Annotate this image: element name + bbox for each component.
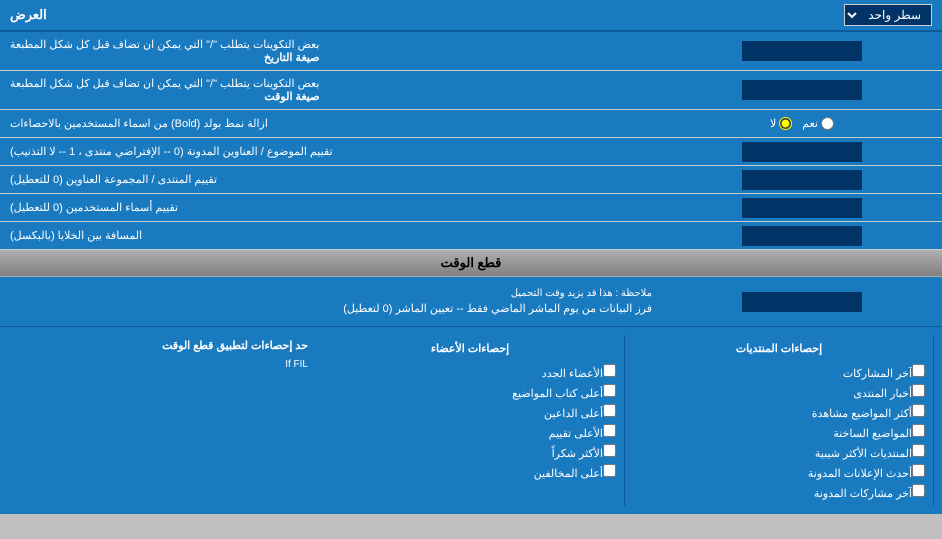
date-format-input[interactable]: d-m [742, 41, 862, 61]
forum-sort-label: تقييم المنتدى / المجموعة العناوين (0 للت… [0, 166, 662, 193]
main-container: سطر واحد سطرين ثلاثة أسطر العرض d-m بعض … [0, 0, 942, 514]
stats-limit-col: حد إحصاءات لتطبيق قطع الوقت If FIL [8, 335, 316, 506]
checkbox-top-warned[interactable] [603, 464, 616, 477]
checkbox-item: آخر المشاركات [633, 362, 925, 382]
time-filter-input[interactable]: 0 [742, 292, 862, 312]
time-filter-label: ملاحظة : هذا قد يزيد وقت التحميل فرز الب… [0, 280, 662, 324]
display-select[interactable]: سطر واحد سطرين ثلاثة أسطر [844, 4, 932, 26]
forum-stats-col: إحصاءات المنتديات آخر المشاركات أخبار ال… [625, 335, 934, 506]
time-filter-row: 0 ملاحظة : هذا قد يزيد وقت التحميل فرز ا… [0, 277, 942, 327]
checkbox-most-thanked[interactable] [603, 444, 616, 457]
checkbox-item: أخبار المنتدى [633, 382, 925, 402]
checkbox-latest-blog-posts[interactable] [912, 484, 925, 497]
checkbox-item: أكثر المواضيع مشاهدة [633, 402, 925, 422]
checkbox-item: أحدث الإعلانات المدونة [633, 462, 925, 482]
cell-spacing-label: المسافة بين الخلايا (بالبكسل) [0, 222, 662, 249]
checkbox-item: الأعلى تقييم [324, 422, 616, 442]
checkbox-forum-news[interactable] [912, 384, 925, 397]
checkbox-latest-posts[interactable] [912, 364, 925, 377]
username-sort-label: تقييم أسماء المستخدمين (0 للتعطيل) [0, 194, 662, 221]
forum-sort-row: 33 تقييم المنتدى / المجموعة العناوين (0 … [0, 166, 942, 194]
radio-yes[interactable] [821, 117, 834, 130]
cell-spacing-input[interactable]: 2 [742, 226, 862, 246]
checkbox-item: الأعضاء الجدد [324, 362, 616, 382]
time-format-input[interactable]: H:i [742, 80, 862, 100]
checkbox-item: أعلى الداعين [324, 402, 616, 422]
checkbox-item: المواضيع الساخنة [633, 422, 925, 442]
checkbox-item: الأكثر شكراً [324, 442, 616, 462]
stats-limit-note: If FIL [16, 358, 308, 372]
checkbox-popular-forums[interactable] [912, 444, 925, 457]
bold-radio-container: نعم لا [662, 110, 942, 137]
radio-no-label[interactable]: لا [770, 117, 792, 130]
checkbox-item: أعلى المخالفين [324, 462, 616, 482]
username-sort-input-container: 0 [662, 194, 942, 221]
date-format-row: d-m بعض التكوينات يتطلب "/" التي يمكن ان… [0, 32, 942, 71]
checkbox-top-rated[interactable] [603, 424, 616, 437]
bold-label: ازالة نمط بولد (Bold) من اسماء المستخدمي… [0, 110, 662, 137]
checkbox-item: المنتديات الأكثر شيبية [633, 442, 925, 462]
time-format-input-container: H:i [662, 71, 942, 109]
radio-no[interactable] [779, 117, 792, 130]
time-format-label: بعض التكوينات يتطلب "/" التي يمكن ان تضا… [0, 71, 662, 109]
topic-sort-input[interactable]: 33 [742, 142, 862, 162]
topic-sort-input-container: 33 [662, 138, 942, 165]
checkbox-item: أعلى كتاب المواضيع [324, 382, 616, 402]
bold-radio-group: نعم لا [770, 117, 834, 130]
member-stats-col: إحصاءات الأعضاء الأعضاء الجدد أعلى كتاب … [316, 335, 625, 506]
header-row: سطر واحد سطرين ثلاثة أسطر العرض [0, 0, 942, 32]
checkbox-most-viewed[interactable] [912, 404, 925, 417]
username-sort-input[interactable]: 0 [742, 198, 862, 218]
checkbox-new-members[interactable] [603, 364, 616, 377]
stats-columns: إحصاءات المنتديات آخر المشاركات أخبار ال… [8, 335, 934, 506]
time-format-row: H:i بعض التكوينات يتطلب "/" التي يمكن ان… [0, 71, 942, 110]
date-format-input-container: d-m [662, 32, 942, 70]
time-filter-input-container: 0 [662, 289, 942, 315]
checkbox-latest-announcements[interactable] [912, 464, 925, 477]
page-title: العرض [10, 7, 47, 23]
checkbox-item: آخر مشاركات المدونة [633, 482, 925, 502]
stats-limit-title: حد إحصاءات لتطبيق قطع الوقت [16, 339, 308, 352]
forum-stats-title: إحصاءات المنتديات [633, 339, 925, 358]
bold-remove-row: نعم لا ازالة نمط بولد (Bold) من اسماء ال… [0, 110, 942, 138]
checkbox-top-inviters[interactable] [603, 404, 616, 417]
radio-yes-label[interactable]: نعم [802, 117, 834, 130]
checkbox-top-posters[interactable] [603, 384, 616, 397]
cell-spacing-input-container: 2 [662, 222, 942, 249]
topic-sort-label: تقييم الموضوع / العناوين المدونة (0 -- ا… [0, 138, 662, 165]
checkbox-hot-topics[interactable] [912, 424, 925, 437]
time-filter-divider: قطع الوقت [0, 250, 942, 277]
date-format-label: بعض التكوينات يتطلب "/" التي يمكن ان تضا… [0, 32, 662, 70]
forum-sort-input[interactable]: 33 [742, 170, 862, 190]
forum-sort-input-container: 33 [662, 166, 942, 193]
bottom-stats-section: إحصاءات المنتديات آخر المشاركات أخبار ال… [0, 327, 942, 514]
username-sort-row: 0 تقييم أسماء المستخدمين (0 للتعطيل) [0, 194, 942, 222]
member-stats-title: إحصاءات الأعضاء [324, 339, 616, 358]
topic-sort-row: 33 تقييم الموضوع / العناوين المدونة (0 -… [0, 138, 942, 166]
header-dropdown[interactable]: سطر واحد سطرين ثلاثة أسطر [844, 4, 932, 26]
cell-spacing-row: 2 المسافة بين الخلايا (بالبكسل) [0, 222, 942, 250]
